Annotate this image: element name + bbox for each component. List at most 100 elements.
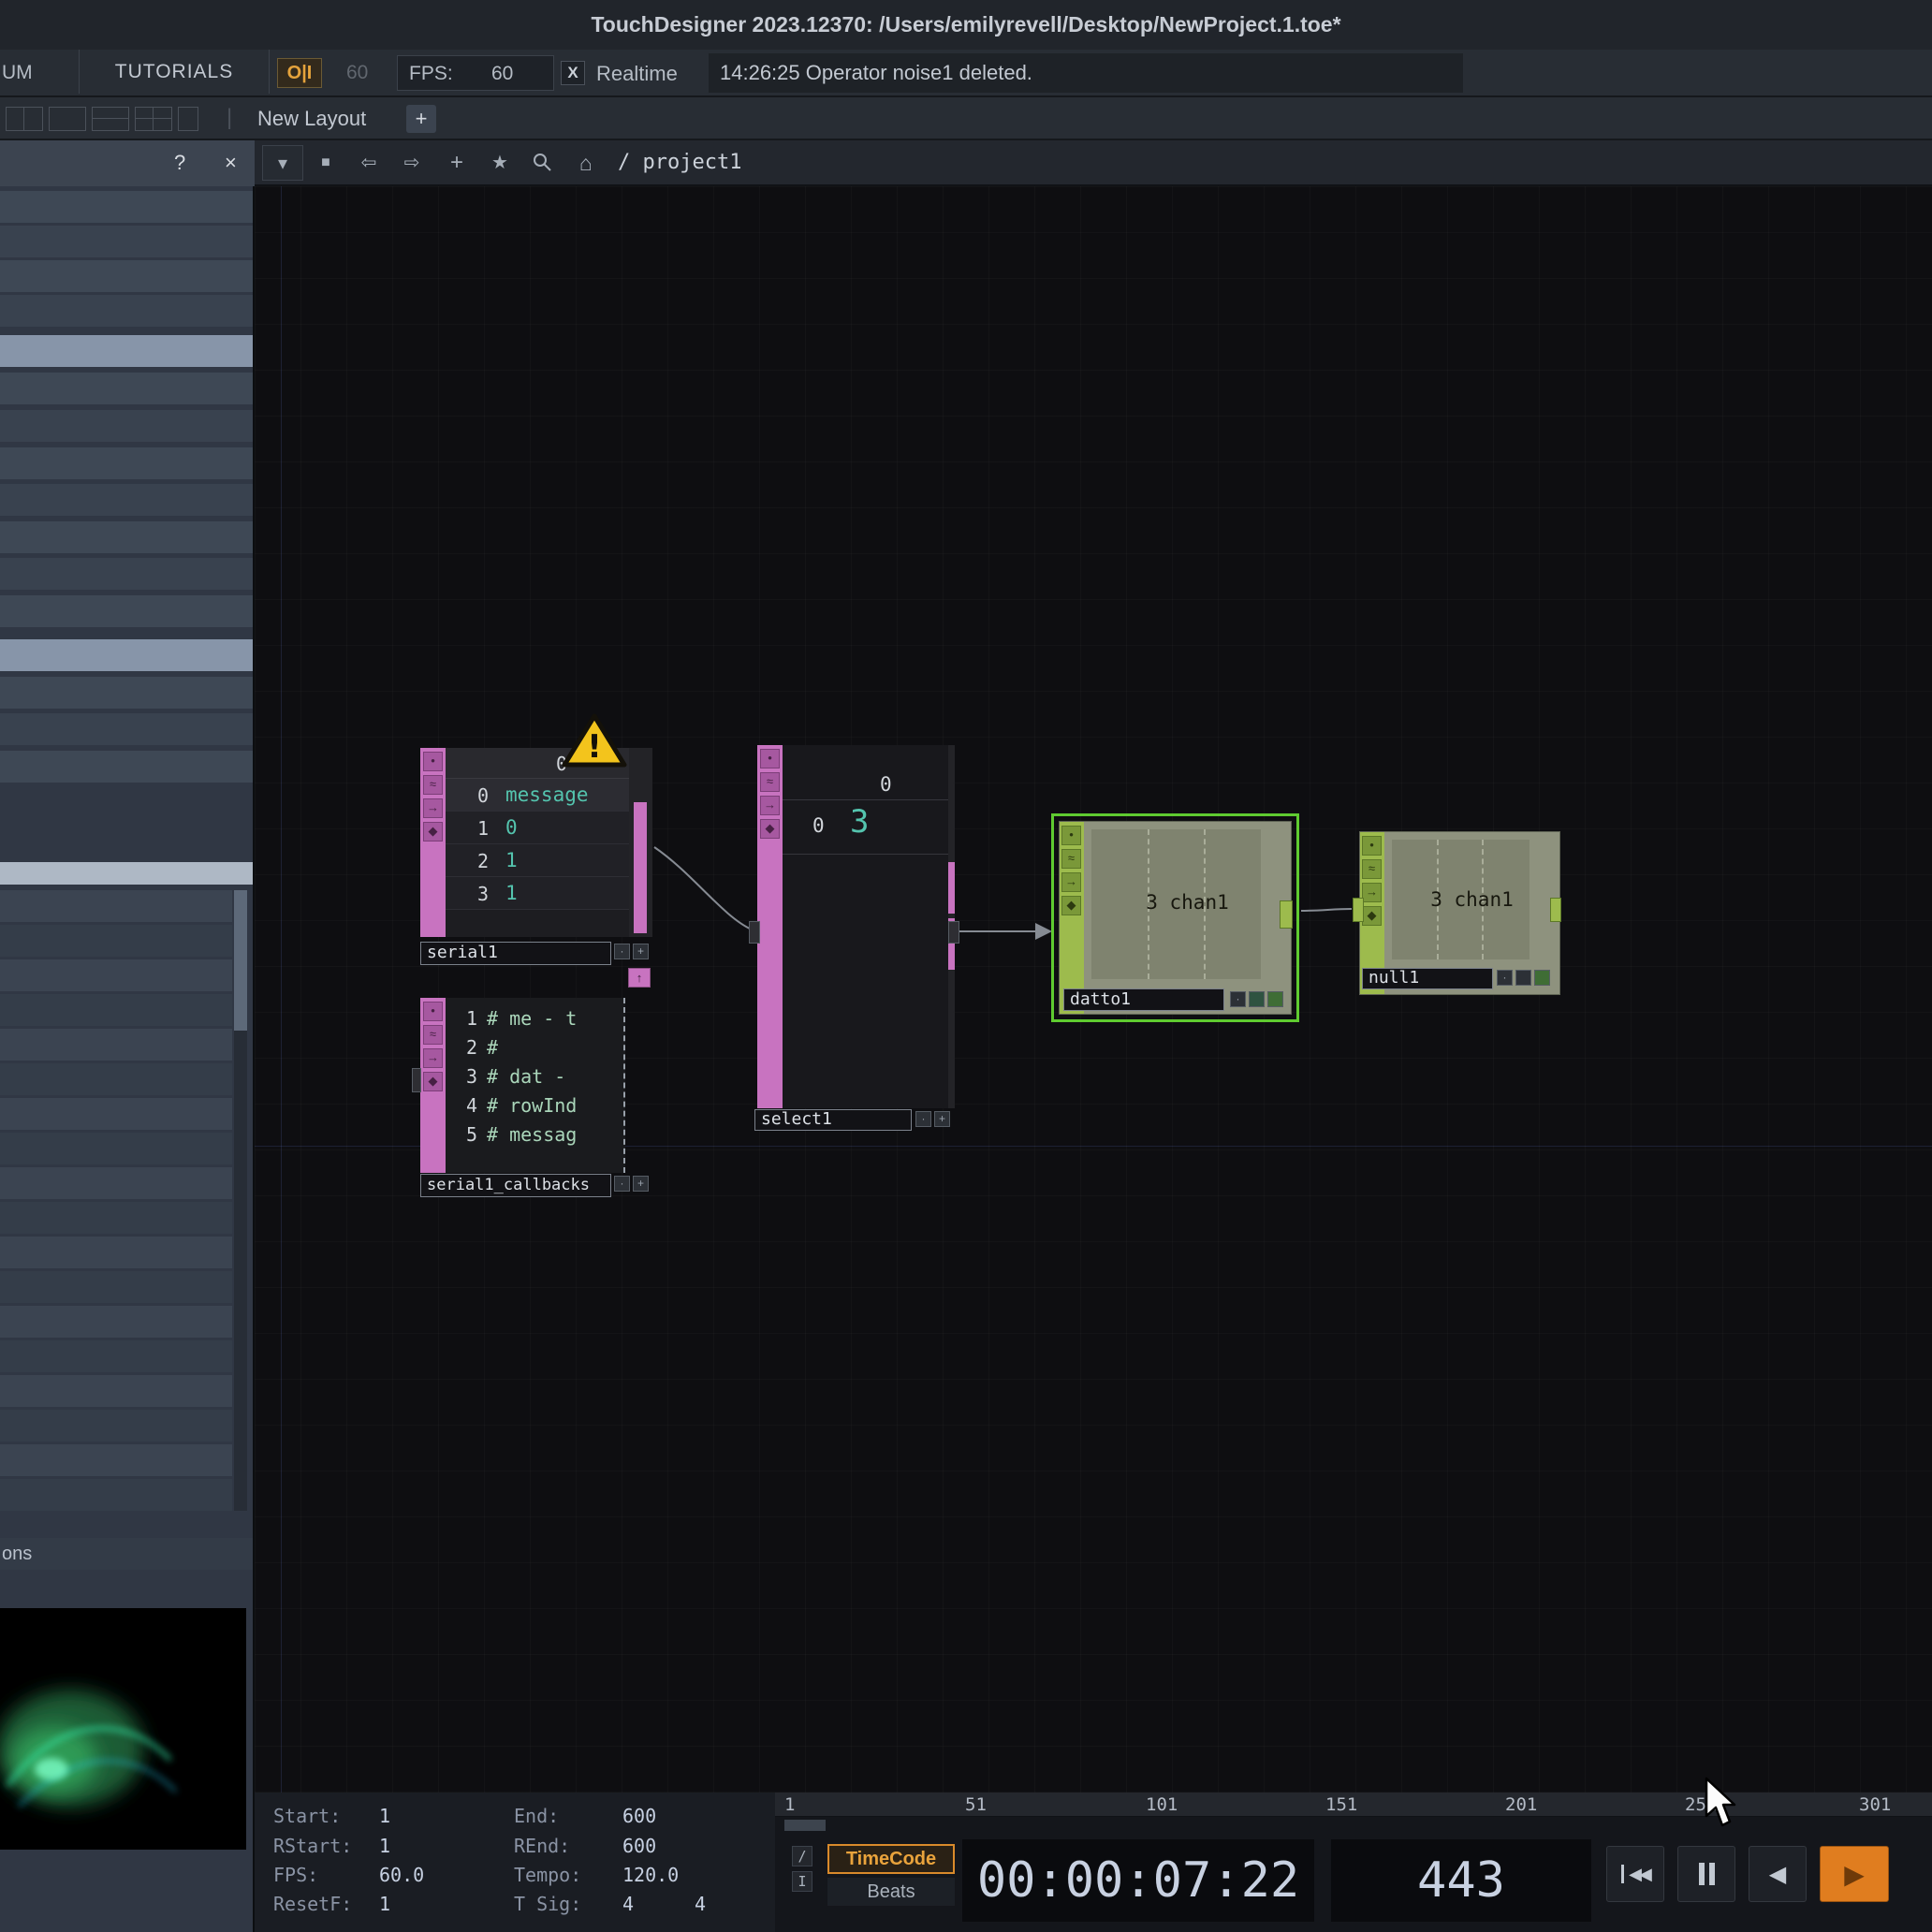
field-value[interactable]: 1 [379, 1805, 390, 1827]
field-value[interactable]: 1 [379, 1893, 390, 1915]
output-connector[interactable] [1280, 900, 1293, 929]
export-flag-icon[interactable]: → [1061, 872, 1081, 892]
network-editor[interactable]: • ≈ → ◆ 0 0 message 1 0 2 1 [255, 186, 1932, 1793]
list-item[interactable] [0, 1340, 232, 1372]
render-flag-icon[interactable]: ◆ [1061, 896, 1081, 915]
scroll-thumb[interactable] [634, 802, 647, 933]
fps-value[interactable]: 60 [491, 63, 513, 85]
list-item[interactable] [0, 1202, 232, 1234]
render-flag-icon[interactable]: ◆ [1362, 906, 1382, 926]
export-flag-icon[interactable]: → [423, 1048, 443, 1068]
list-item[interactable] [0, 1098, 232, 1130]
comment-chip-icon[interactable]: · [915, 1111, 931, 1127]
layout-preset-icon[interactable] [49, 107, 86, 131]
viewer-chip-icon[interactable] [1515, 970, 1531, 986]
play-forward-button[interactable]: ▶ [1820, 1846, 1889, 1902]
list-item[interactable] [0, 1271, 232, 1303]
list-item[interactable] [0, 484, 253, 516]
output-connector[interactable] [1550, 898, 1561, 922]
layout-preset-icon[interactable] [135, 107, 172, 131]
list-item[interactable] [0, 226, 253, 257]
frame-counter-display[interactable]: 443 [1331, 1839, 1591, 1922]
new-layout-label[interactable]: New Layout [257, 107, 366, 131]
field-value[interactable]: 600 [622, 1835, 656, 1857]
wire-flag-icon[interactable]: ≈ [1362, 859, 1382, 879]
list-item[interactable] [0, 521, 253, 553]
dropdown-icon[interactable]: ▾ [262, 145, 303, 181]
output-connector[interactable] [948, 921, 959, 944]
back-icon[interactable]: ⇦ [348, 145, 389, 181]
list-item[interactable] [0, 260, 253, 292]
independent-mode-button[interactable]: I [792, 1871, 812, 1892]
export-chip-icon[interactable] [1534, 970, 1550, 986]
play-reverse-button[interactable]: ◀ [1749, 1846, 1807, 1902]
layout-preset-icon[interactable] [6, 107, 43, 131]
export-flag-icon[interactable]: → [423, 798, 443, 818]
node-datto1[interactable]: • ≈ → ◆ 3 chan1 datto1 · [1059, 821, 1292, 1015]
menu-item-fragment[interactable]: UM [2, 62, 33, 84]
add-chip-icon[interactable]: + [633, 944, 649, 959]
list-item[interactable] [0, 1479, 232, 1511]
field-value[interactable]: 4 [622, 1893, 634, 1915]
node-name-select1[interactable]: select1 [754, 1109, 912, 1131]
field-value[interactable]: 4 [695, 1893, 706, 1915]
viewer-flag-icon[interactable]: • [760, 749, 780, 768]
comment-chip-icon[interactable]: · [1230, 991, 1246, 1007]
pause-button[interactable] [1677, 1846, 1735, 1902]
list-item[interactable] [0, 1410, 232, 1442]
timeline-ruler[interactable]: 1 51 101 151 201 251 301 [775, 1793, 1932, 1817]
help-button[interactable]: ? [174, 151, 185, 175]
dock-expand-icon[interactable]: ↑ [628, 968, 651, 988]
node-select1[interactable]: • ≈ → ◆ 0 0 3 [757, 745, 955, 1108]
realtime-checkbox[interactable]: X [561, 61, 585, 85]
list-item[interactable] [0, 994, 232, 1026]
list-item[interactable] [0, 890, 232, 922]
layout-preset-icon[interactable] [92, 107, 129, 131]
field-value[interactable]: 120.0 [622, 1864, 679, 1886]
node-serial1-callbacks[interactable]: • ≈ → ◆ 1# me - t 2# 3# dat - 4# rowInd … [420, 998, 625, 1173]
menu-item-tutorials[interactable]: TUTORIALS [79, 50, 270, 94]
comment-chip-icon[interactable]: · [614, 944, 630, 959]
node-name-serial1[interactable]: serial1 [420, 942, 611, 965]
export-flag-icon[interactable]: → [1362, 883, 1382, 902]
list-item[interactable] [0, 959, 232, 991]
list-section-header[interactable] [0, 862, 253, 885]
stop-icon[interactable]: ■ [305, 145, 346, 181]
sidebar-scrollbar[interactable] [234, 890, 247, 1511]
beats-mode-button[interactable]: Beats [827, 1878, 955, 1906]
input-connector[interactable] [749, 921, 760, 944]
render-flag-icon[interactable]: ◆ [423, 822, 443, 842]
timeline-scrollbar[interactable] [784, 1820, 826, 1831]
export-chip-icon[interactable] [1267, 991, 1283, 1007]
list-item-selected[interactable] [0, 639, 253, 671]
viewer-flag-icon[interactable]: • [423, 1002, 443, 1021]
node-name-serial1-callbacks[interactable]: serial1_callbacks [420, 1174, 611, 1197]
input-connector[interactable] [412, 1068, 421, 1092]
range-mode-button[interactable]: / [792, 1846, 812, 1866]
list-item[interactable] [0, 1306, 232, 1338]
list-item[interactable] [0, 1029, 232, 1061]
node-name-null1[interactable]: null1 [1362, 968, 1493, 989]
list-item[interactable] [0, 1375, 232, 1407]
list-item[interactable] [0, 1133, 232, 1164]
wire-flag-icon[interactable]: ≈ [1061, 849, 1081, 869]
viewer-chip-icon[interactable] [1249, 991, 1265, 1007]
list-item[interactable] [0, 713, 253, 745]
comment-chip-icon[interactable]: · [1497, 970, 1513, 986]
field-value[interactable]: 600 [622, 1805, 656, 1827]
list-item[interactable] [0, 447, 253, 479]
list-item[interactable] [0, 595, 253, 627]
wire-flag-icon[interactable]: ≈ [423, 1025, 443, 1045]
close-panel-button[interactable]: × [225, 151, 237, 175]
viewer-flag-icon[interactable]: • [1061, 826, 1081, 845]
forward-icon[interactable]: ⇨ [391, 145, 432, 181]
comment-chip-icon[interactable]: · [614, 1176, 630, 1192]
node-serial1[interactable]: • ≈ → ◆ 0 0 message 1 0 2 1 [420, 748, 652, 937]
list-item[interactable] [0, 295, 253, 327]
export-flag-icon[interactable]: → [760, 796, 780, 815]
list-item[interactable] [0, 1063, 232, 1095]
add-icon[interactable]: + [436, 145, 477, 181]
star-icon[interactable]: ★ [479, 145, 520, 181]
dat-scroll-rail[interactable] [629, 748, 652, 937]
add-layout-button[interactable]: + [406, 105, 436, 133]
